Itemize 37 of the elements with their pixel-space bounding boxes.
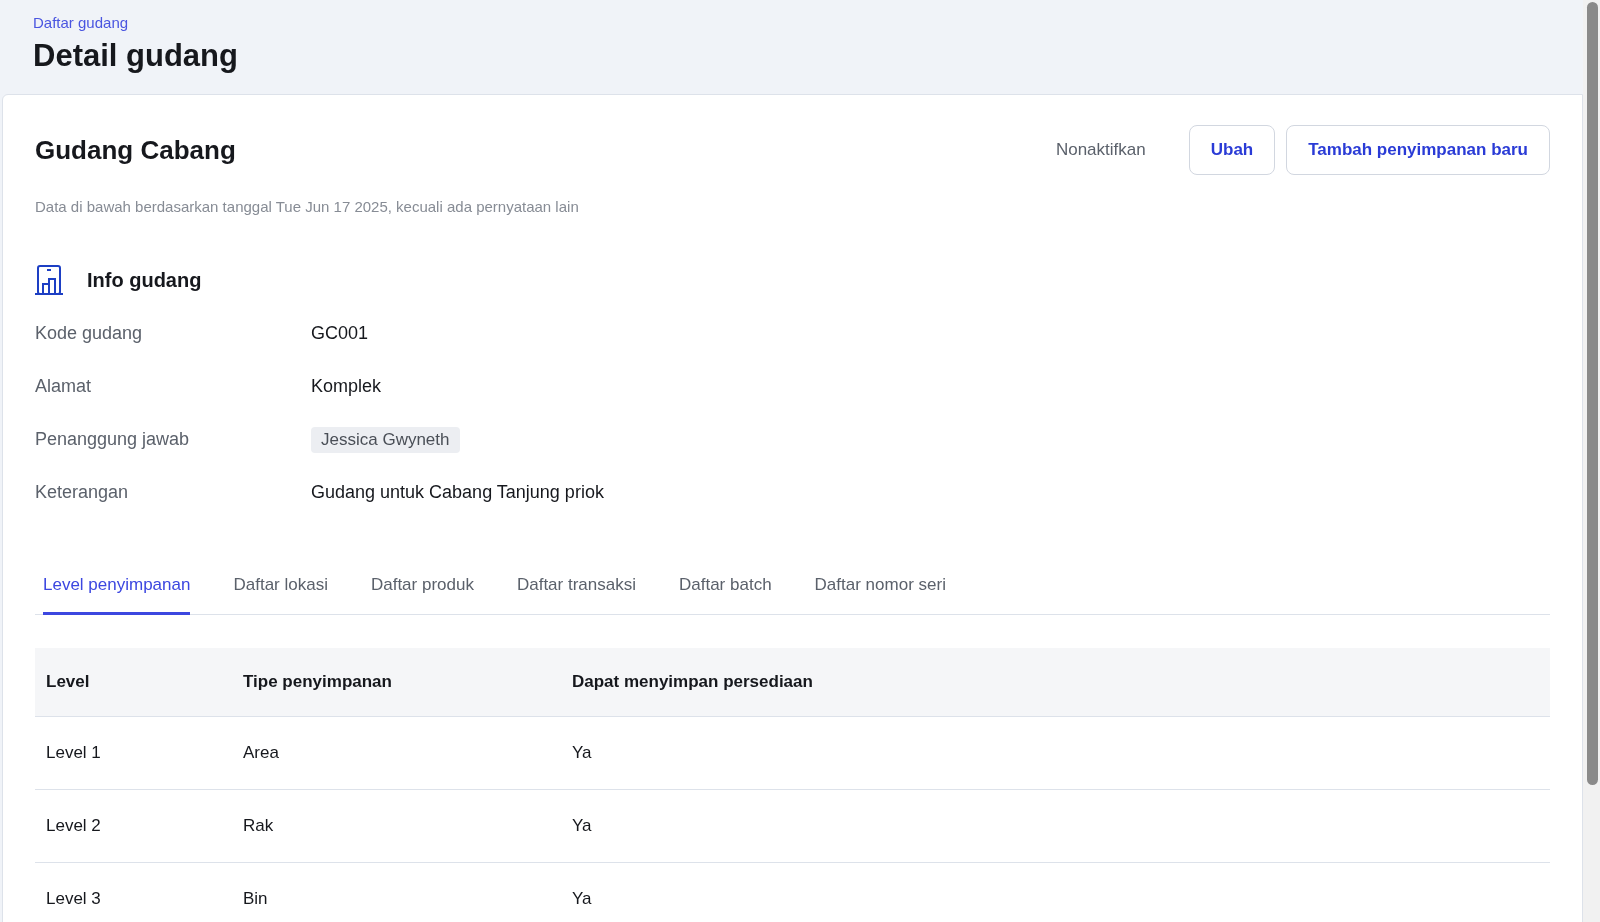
breadcrumb-link[interactable]: Daftar gudang — [33, 14, 129, 31]
column-header: Dapat menyimpan persediaan — [572, 672, 814, 692]
page-title: Detail gudang — [33, 38, 239, 74]
table-cell-text: Level 1 — [46, 743, 102, 763]
field-value: Gudang untuk Cabang Tanjung priok — [311, 482, 604, 503]
edit-button[interactable]: Ubah — [1188, 125, 1276, 175]
person-tag: Jessica Gwyneth — [311, 426, 460, 453]
table-cell-text: Level 3 — [46, 889, 102, 909]
field-label: Penanggung jawab — [35, 429, 191, 450]
add-storage-button[interactable]: Tambah penyimpanan baru — [1286, 125, 1550, 175]
tab[interactable]: Level penyimpanan — [43, 567, 191, 615]
field-value: Komplek — [311, 376, 382, 397]
tab[interactable]: Daftar lokasi — [233, 567, 328, 615]
field-value: GC001 — [311, 323, 369, 344]
section-title: Info gudang — [87, 268, 202, 292]
building-icon — [35, 265, 63, 295]
tab[interactable]: Daftar transaksi — [516, 567, 636, 615]
tab[interactable]: Daftar batch — [679, 567, 772, 615]
table-cell-text: Area — [243, 743, 280, 763]
warehouse-name: Gudang Cabang — [35, 134, 236, 166]
deactivate-button[interactable]: Nonaktifkan — [1033, 128, 1168, 172]
column-header: Level — [46, 672, 91, 692]
table-cell-text: Ya — [572, 889, 593, 909]
tab[interactable]: Daftar nomor seri — [814, 567, 946, 615]
table-cell-text: Ya — [572, 743, 593, 763]
column-header: Tipe penyimpanan — [243, 672, 393, 692]
table-cell-text: Bin — [243, 889, 269, 909]
field-label: Kode gudang — [35, 323, 144, 344]
scrollbar-thumb[interactable] — [1587, 2, 1598, 785]
scrollbar[interactable] — [1583, 0, 1600, 922]
tab[interactable]: Daftar produk — [370, 567, 474, 615]
table-cell-text: Rak — [243, 816, 275, 836]
table-cell-text: Ya — [572, 816, 593, 836]
field-label: Keterangan — [35, 482, 130, 503]
date-note: Data di bawah berdasarkan tanggal Tue Jun 17 2025, kecuali ada pernyataan lain — [35, 198, 580, 215]
field-label: Alamat — [35, 376, 93, 397]
table-cell-text: Level 2 — [46, 816, 102, 836]
